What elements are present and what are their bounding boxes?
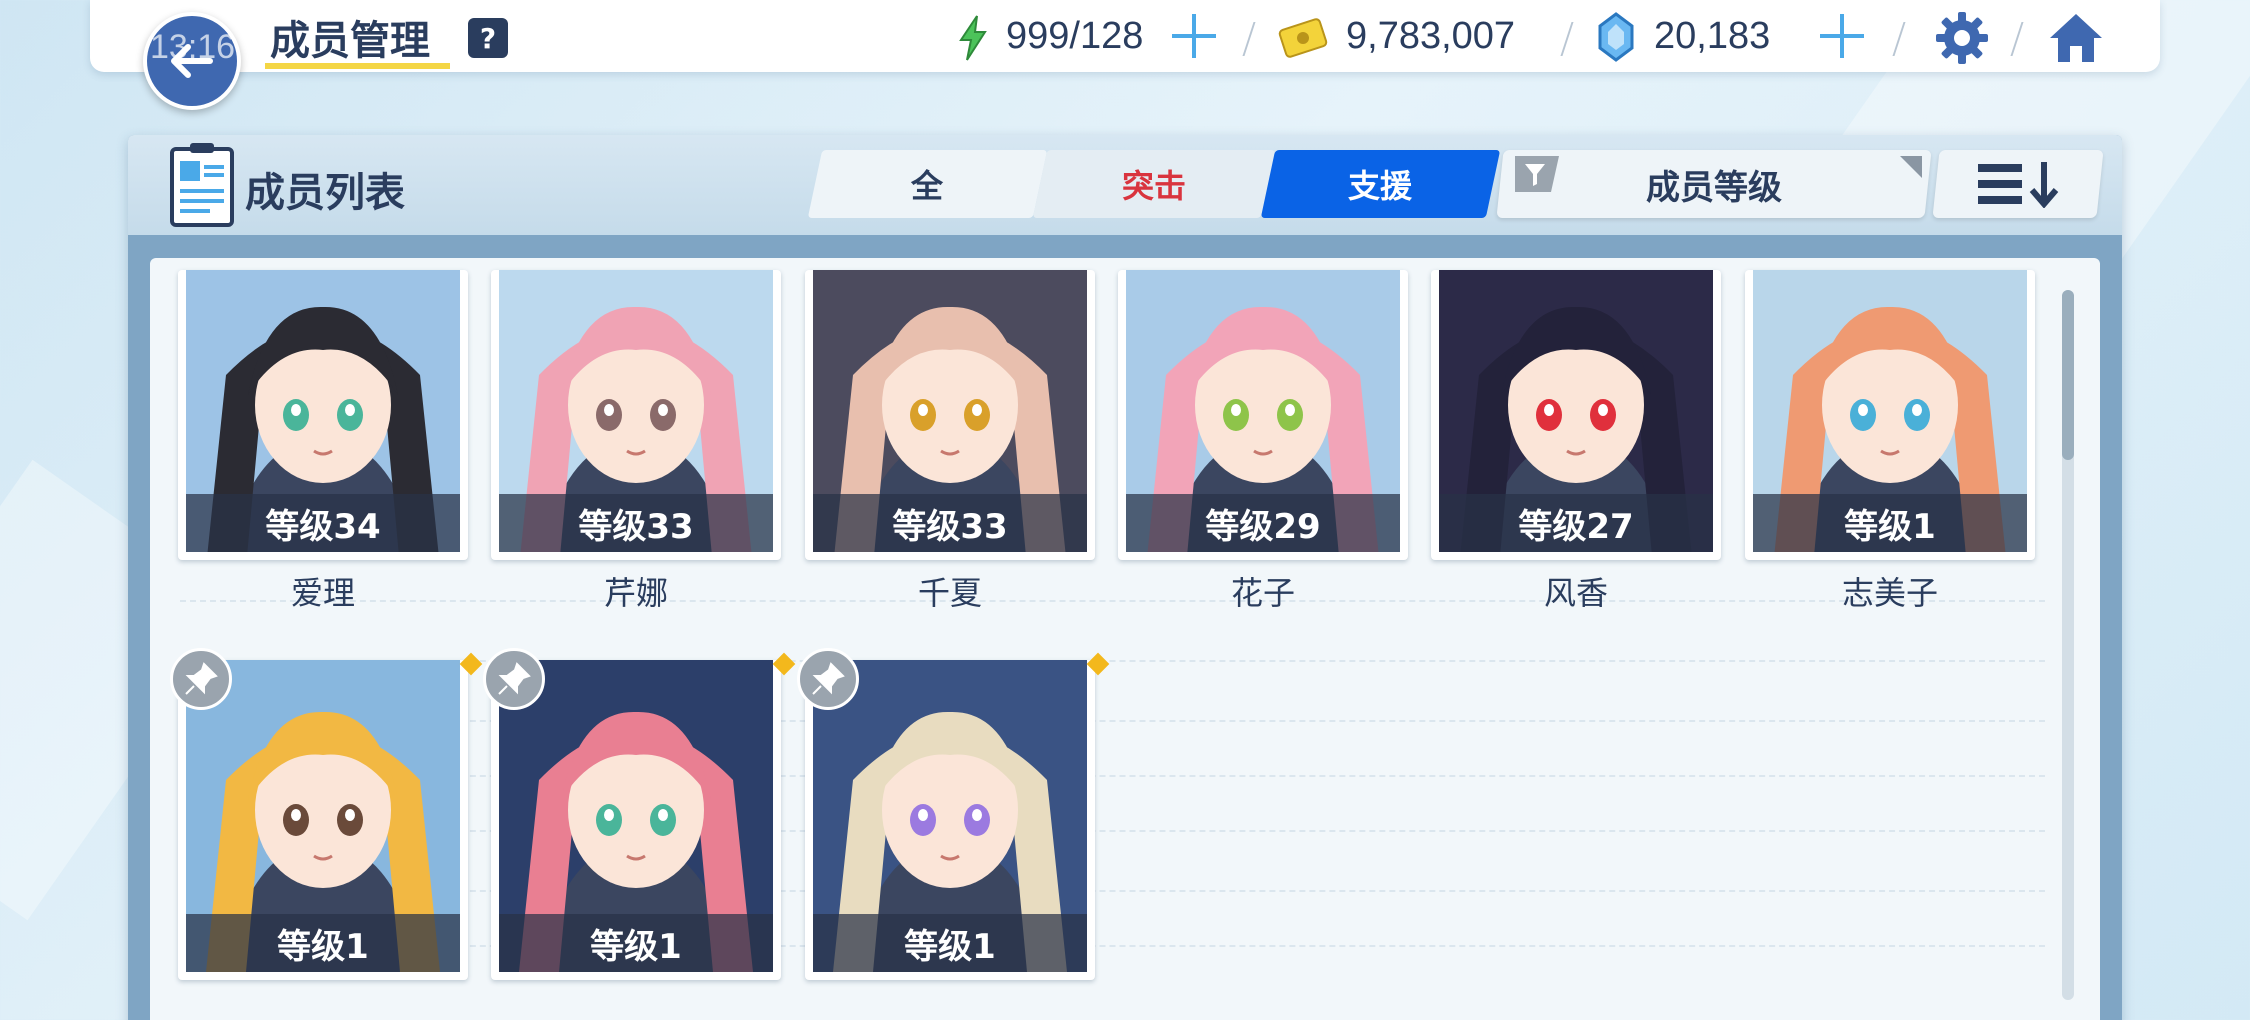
member-name: 志美子 [1841, 574, 1938, 612]
add-ap-button[interactable] [1172, 14, 1216, 58]
corner-triangle-icon [1900, 156, 1922, 178]
member-name: 爱理 [290, 574, 355, 612]
member-level: 等级1 [813, 914, 1087, 972]
ap-value: 999/128 [1006, 14, 1144, 57]
member-card[interactable]: 等级1 [1745, 270, 2035, 560]
member-level: 等级1 [1753, 494, 2027, 552]
member-level: 等级29 [1126, 494, 1400, 552]
page-title: 成员管理 [270, 18, 430, 64]
member-card[interactable]: 等级33 [491, 270, 781, 560]
title-underline [265, 63, 450, 69]
status-clock: 13:16 [150, 28, 236, 66]
member-name: 花子 [1230, 574, 1295, 612]
member-level: 等级34 [186, 494, 460, 552]
pin-button[interactable] [483, 648, 545, 710]
member-card-icon [170, 143, 234, 227]
tab-all[interactable]: 全 [807, 150, 1048, 218]
member-card[interactable]: 等级1 [805, 660, 1095, 980]
pin-button[interactable] [170, 648, 232, 710]
member-name: 风香 [1543, 574, 1608, 612]
lightning-icon [959, 15, 987, 61]
add-gems-button[interactable] [1820, 14, 1864, 58]
member-card[interactable]: 等级1 [178, 660, 468, 980]
pin-button[interactable] [797, 648, 859, 710]
member-level: 等级27 [1439, 494, 1713, 552]
member-level: 等级1 [186, 914, 460, 972]
credit-card-icon [1278, 18, 1328, 58]
member-card[interactable]: 等级34 [178, 270, 468, 560]
pin-icon [812, 662, 845, 695]
gem-icon [1598, 12, 1634, 62]
member-level: 等级33 [499, 494, 773, 552]
pin-icon [498, 662, 531, 695]
scrollbar-thumb[interactable] [2062, 290, 2074, 460]
member-card[interactable]: 等级1 [491, 660, 781, 980]
member-name: 芹娜 [603, 574, 668, 612]
credits-counter: 9,783,007 [1346, 8, 1515, 64]
gems-value: 20,183 [1654, 14, 1771, 57]
home-icon[interactable] [2046, 10, 2106, 66]
tab-support-label: 支援 [1348, 167, 1413, 205]
gems-counter: 20,183 [1654, 8, 1770, 64]
member-card[interactable]: 等级27 [1431, 270, 1721, 560]
gear-icon[interactable] [1934, 10, 1990, 66]
pin-icon [185, 662, 218, 695]
sort-descending-icon [1978, 162, 2059, 208]
member-level: 等级1 [499, 914, 773, 972]
tab-all-label: 全 [911, 167, 944, 205]
member-card[interactable]: 等级29 [1118, 270, 1408, 560]
member-level: 等级33 [813, 494, 1087, 552]
tab-attack[interactable]: 突击 [1032, 150, 1276, 218]
tab-attack-label: 突击 [1121, 167, 1186, 205]
credits-value: 9,783,007 [1346, 14, 1516, 57]
member-card[interactable]: 等级33 [805, 270, 1095, 560]
tab-support[interactable]: 支援 [1260, 150, 1501, 218]
filter-label: 成员等级 [1646, 167, 1782, 208]
ap-counter: 999/128 [1006, 8, 1143, 64]
member-name: 千夏 [917, 574, 982, 612]
panel-title: 成员列表 [245, 170, 405, 216]
help-button[interactable]: ? [468, 18, 508, 58]
